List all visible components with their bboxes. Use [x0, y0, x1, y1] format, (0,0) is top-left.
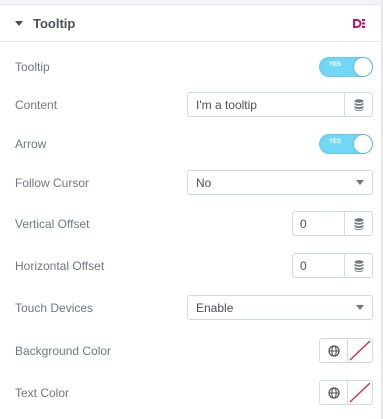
toggle-yes-text: YES	[329, 62, 342, 68]
globe-icon[interactable]	[320, 339, 348, 362]
chevron-down-icon	[356, 305, 364, 310]
background-color-label: Background Color	[15, 343, 112, 358]
follow-cursor-row: Follow Cursor No	[15, 170, 373, 195]
tooltip-label: Tooltip	[15, 60, 50, 74]
vertical-offset-value[interactable]: 0	[293, 217, 344, 231]
text-color-label: Text Color	[15, 385, 70, 400]
content-input[interactable]: I'm a tooltip	[187, 92, 373, 117]
toggle-knob	[354, 58, 372, 76]
touch-devices-row: Touch Devices Enable	[15, 295, 373, 320]
database-icon[interactable]	[344, 93, 372, 116]
arrow-row: Arrow YES	[15, 134, 373, 154]
arrow-toggle[interactable]: YES	[319, 134, 373, 154]
follow-cursor-select[interactable]: No	[187, 170, 373, 195]
arrow-label: Arrow	[15, 137, 47, 151]
touch-devices-label: Touch Devices	[15, 300, 94, 315]
follow-cursor-label: Follow Cursor	[15, 175, 90, 190]
horizontal-offset-label: Horizontal Offset	[15, 258, 105, 273]
background-color-control	[319, 338, 373, 363]
touch-devices-value: Enable	[196, 300, 234, 315]
vertical-offset-input[interactable]: 0	[292, 211, 373, 236]
globe-icon[interactable]	[320, 381, 348, 404]
tooltip-toggle[interactable]: YES	[319, 57, 373, 77]
touch-devices-select[interactable]: Enable	[187, 295, 373, 320]
dynamic-elements-logo	[352, 18, 366, 29]
horizontal-offset-value[interactable]: 0	[293, 259, 344, 273]
follow-cursor-value: No	[196, 175, 212, 190]
content-label: Content	[15, 97, 58, 112]
database-icon[interactable]	[344, 254, 372, 277]
horizontal-offset-input[interactable]: 0	[292, 253, 373, 278]
background-color-row: Background Color	[15, 338, 373, 363]
toggle-yes-text: YES	[329, 139, 342, 145]
database-icon[interactable]	[344, 212, 372, 235]
section-title: Tooltip	[33, 15, 76, 31]
text-color-control	[319, 380, 373, 405]
background-color-swatch[interactable]	[348, 339, 372, 362]
caret-down-icon[interactable]	[15, 20, 23, 26]
vertical-offset-label: Vertical Offset	[15, 216, 90, 231]
content-row: Content I'm a tooltip	[15, 92, 373, 117]
tooltip-panel: Tooltip Tooltip YES Content I'm a toolti…	[0, 0, 383, 419]
section-header[interactable]: Tooltip	[0, 5, 381, 42]
vertical-offset-row: Vertical Offset 0	[15, 211, 373, 236]
text-color-row: Text Color	[15, 380, 373, 405]
text-color-swatch[interactable]	[348, 381, 372, 404]
tooltip-row: Tooltip YES	[15, 57, 373, 77]
horizontal-offset-row: Horizontal Offset 0	[15, 253, 373, 278]
toggle-knob	[354, 135, 372, 153]
content-value[interactable]: I'm a tooltip	[188, 98, 344, 112]
chevron-down-icon	[356, 180, 364, 185]
